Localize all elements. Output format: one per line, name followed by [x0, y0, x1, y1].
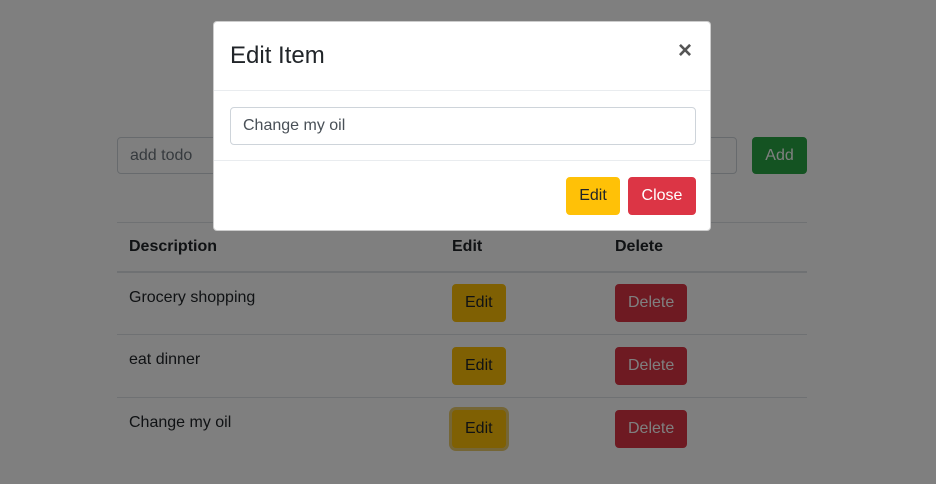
modal-header: Edit Item ×: [214, 22, 710, 91]
modal-edit-button[interactable]: Edit: [566, 177, 620, 215]
edit-item-modal: Edit Item × Edit Close: [213, 21, 711, 231]
modal-footer: Edit Close: [214, 161, 710, 231]
modal-body: [214, 91, 710, 161]
close-icon[interactable]: ×: [674, 38, 696, 64]
modal-close-button[interactable]: Close: [628, 177, 696, 215]
modal-title: Edit Item: [230, 42, 325, 69]
edit-item-input[interactable]: [230, 107, 696, 145]
